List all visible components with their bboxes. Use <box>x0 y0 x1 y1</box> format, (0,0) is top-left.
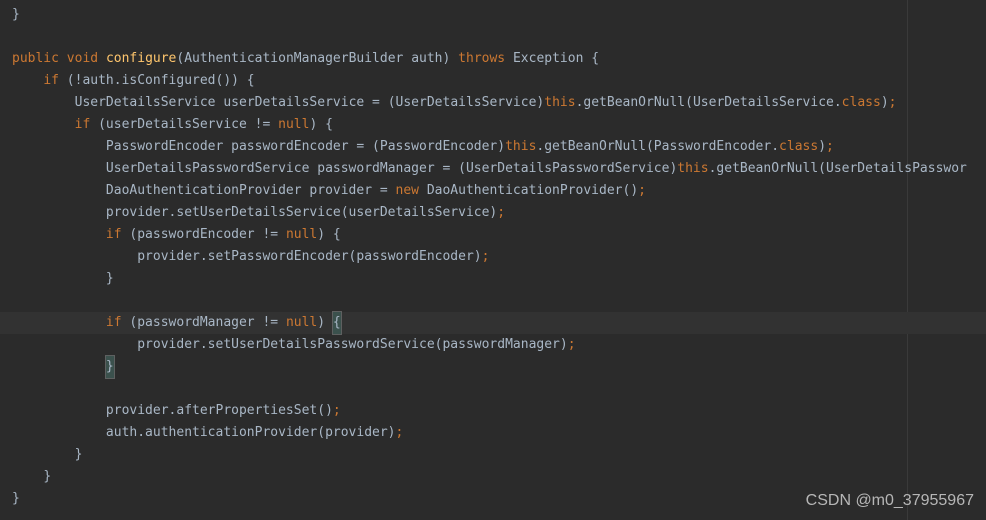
code-editor[interactable]: } public void configure(AuthenticationMa… <box>0 0 986 520</box>
condition-pre: (passwordEncoder != <box>122 227 286 242</box>
keyword-null: null <box>278 117 309 132</box>
code-line[interactable] <box>0 378 986 400</box>
code-line[interactable]: provider.setPasswordEncoder(passwordEnco… <box>0 246 986 268</box>
var-init: passwordEncoder = (PasswordEncoder) <box>223 139 505 154</box>
code-line[interactable]: auth.authenticationProvider(provider); <box>0 422 986 444</box>
keyword-if: if <box>43 73 59 88</box>
method-call: .getBeanOrNull(PasswordEncoder. <box>536 139 779 154</box>
condition-post: ) <box>317 315 333 330</box>
keyword-class: class <box>779 139 818 154</box>
param-name: auth <box>411 51 442 66</box>
brace-open-matched: { <box>332 311 342 335</box>
type: UserDetailsService <box>75 95 216 110</box>
brace-close: } <box>12 491 20 506</box>
method-call: .getBeanOrNull(UserDetailsService. <box>576 95 842 110</box>
type: UserDetailsPasswordService <box>106 161 310 176</box>
keyword-throws: throws <box>458 51 505 66</box>
keyword-if: if <box>75 117 91 132</box>
statement: auth.authenticationProvider(provider) <box>106 425 396 440</box>
method-name: configure <box>106 51 176 66</box>
keyword-if: if <box>106 315 122 330</box>
code-line[interactable]: if (passwordEncoder != null) { <box>0 224 986 246</box>
brace-open: { <box>583 51 599 66</box>
semicolon: ; <box>396 425 404 440</box>
brace-close: } <box>106 271 114 286</box>
keyword-class: class <box>842 95 881 110</box>
semicolon: ; <box>333 403 341 418</box>
keyword-if: if <box>106 227 122 242</box>
semicolon: ; <box>826 139 834 154</box>
keyword-new: new <box>396 183 419 198</box>
code-line-highlighted[interactable]: if (passwordManager != null) { <box>0 312 986 334</box>
condition: (!auth.isConfigured()) { <box>59 73 255 88</box>
code-line[interactable]: } <box>0 444 986 466</box>
code-line[interactable]: if (userDetailsService != null) { <box>0 114 986 136</box>
statement: provider.setUserDetailsPasswordService(p… <box>137 337 567 352</box>
code-line[interactable]: UserDetailsPasswordService passwordManag… <box>0 158 986 180</box>
keyword-null: null <box>286 227 317 242</box>
var-init: provider = <box>302 183 396 198</box>
keyword-void: void <box>67 51 98 66</box>
condition-pre: (passwordManager != <box>122 315 286 330</box>
keyword-public: public <box>12 51 59 66</box>
code-line[interactable]: } <box>0 4 986 26</box>
keyword-null: null <box>286 315 317 330</box>
code-line[interactable]: provider.setUserDetailsService(userDetai… <box>0 202 986 224</box>
csdn-watermark: CSDN @m0_37955967 <box>806 490 974 512</box>
code-line[interactable] <box>0 26 986 48</box>
code-line[interactable]: } <box>0 268 986 290</box>
type: DaoAuthenticationProvider <box>106 183 302 198</box>
semicolon: ; <box>568 337 576 352</box>
type: PasswordEncoder <box>106 139 223 154</box>
code-line[interactable]: } <box>0 356 986 378</box>
statement: provider.setUserDetailsService(userDetai… <box>106 205 497 220</box>
keyword-this: this <box>544 95 575 110</box>
method-call: .getBeanOrNull(UserDetailsPasswor <box>709 161 967 176</box>
paren-close: ) <box>818 139 826 154</box>
code-line[interactable]: UserDetailsService userDetailsService = … <box>0 92 986 114</box>
statement: provider.setPasswordEncoder(passwordEnco… <box>137 249 481 264</box>
code-line[interactable] <box>0 290 986 312</box>
var-init: passwordManager = (UserDetailsPasswordSe… <box>309 161 677 176</box>
constructor-call: DaoAuthenticationProvider() <box>419 183 638 198</box>
code-line[interactable]: } <box>0 466 986 488</box>
keyword-this: this <box>677 161 708 176</box>
paren-close: ) <box>881 95 889 110</box>
code-line[interactable]: if (!auth.isConfigured()) { <box>0 70 986 92</box>
paren-close: ) <box>443 51 451 66</box>
semicolon: ; <box>889 95 897 110</box>
brace-close: } <box>43 469 51 484</box>
brace-close-matched: } <box>105 355 115 379</box>
throws-type: Exception <box>513 51 583 66</box>
code-line[interactable]: provider.setUserDetailsPasswordService(p… <box>0 334 986 356</box>
param-type: AuthenticationManagerBuilder <box>184 51 403 66</box>
condition-pre: (userDetailsService != <box>90 117 278 132</box>
condition-post: ) { <box>309 117 332 132</box>
code-line[interactable]: public void configure(AuthenticationMana… <box>0 48 986 70</box>
brace-close: } <box>12 7 20 22</box>
keyword-this: this <box>505 139 536 154</box>
statement: provider.afterPropertiesSet() <box>106 403 333 418</box>
code-line[interactable]: provider.afterPropertiesSet(); <box>0 400 986 422</box>
semicolon: ; <box>497 205 505 220</box>
semicolon: ; <box>638 183 646 198</box>
code-line[interactable]: DaoAuthenticationProvider provider = new… <box>0 180 986 202</box>
var-init: userDetailsService = (UserDetailsService… <box>216 95 545 110</box>
semicolon: ; <box>482 249 490 264</box>
code-line[interactable]: PasswordEncoder passwordEncoder = (Passw… <box>0 136 986 158</box>
condition-post: ) { <box>317 227 340 242</box>
brace-close: } <box>75 447 83 462</box>
